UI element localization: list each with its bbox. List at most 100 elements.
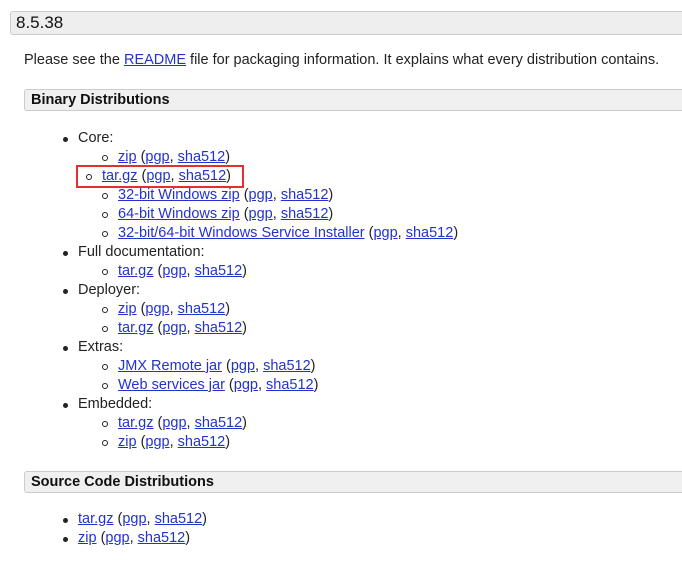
pgp-link[interactable]: pgp <box>162 320 186 336</box>
download-link[interactable]: tar.gz <box>78 511 113 527</box>
pgp-link[interactable]: pgp <box>145 434 169 450</box>
pgp-link[interactable]: pgp <box>146 168 170 184</box>
binary-distributions-list: Core: zip (pgp, sha512) tar.gz (pgp, sha51… <box>0 129 458 452</box>
intro-text: Please see the README file for packaging… <box>24 52 659 68</box>
sha512-link[interactable]: sha512 <box>179 168 227 184</box>
sha512-link[interactable]: sha512 <box>195 320 243 336</box>
sha512-link[interactable]: sha512 <box>155 511 203 527</box>
group-label: Embedded: <box>78 396 153 412</box>
punct: ( <box>239 206 249 222</box>
sha512-link[interactable]: sha512 <box>281 206 329 222</box>
punct: ) <box>310 358 316 374</box>
punct: ) <box>225 149 231 165</box>
sha512-link[interactable]: sha512 <box>178 301 226 317</box>
punct: ) <box>225 434 231 450</box>
file-item: 64-bit Windows zip (pgp, sha512) <box>78 205 458 224</box>
punct: , <box>272 206 281 222</box>
pgp-link[interactable]: pgp <box>249 187 273 203</box>
download-link[interactable]: tar.gz <box>118 415 153 431</box>
download-link[interactable]: 32-bit/64-bit Windows Service Installer <box>118 225 365 241</box>
download-link[interactable]: zip <box>118 434 137 450</box>
punct: ) <box>185 530 191 546</box>
sha512-link[interactable]: sha512 <box>178 434 226 450</box>
source-distributions-list: tar.gz (pgp, sha512) zip (pgp, sha512) <box>0 510 207 548</box>
punct: ( <box>153 263 163 279</box>
distribution-group: Deployer: zip (pgp, sha512) tar.gz (pgp, s… <box>0 281 458 338</box>
file-item: zip (pgp, sha512) <box>78 433 458 452</box>
pgp-link[interactable]: pgp <box>162 415 186 431</box>
punct: , <box>186 415 195 431</box>
download-link[interactable]: zip <box>118 149 137 165</box>
punct: ) <box>313 377 319 393</box>
binary-distributions-heading: Binary Distributions <box>24 89 682 111</box>
file-item: zip (pgp, sha512) <box>78 300 458 319</box>
punct: ( <box>137 168 147 184</box>
punct: ( <box>239 187 249 203</box>
distribution-group: Core: zip (pgp, sha512) tar.gz (pgp, sha51… <box>0 129 458 243</box>
version-heading: 8.5.38 <box>10 11 682 35</box>
pgp-link[interactable]: pgp <box>145 149 169 165</box>
punct: ( <box>113 511 123 527</box>
file-item: tar.gz (pgp, sha512) <box>78 262 458 281</box>
readme-link[interactable]: README <box>124 52 186 68</box>
punct: ) <box>225 301 231 317</box>
pgp-link[interactable]: pgp <box>373 225 397 241</box>
punct: , <box>169 149 178 165</box>
download-link[interactable]: 32-bit Windows zip <box>118 187 240 203</box>
download-link[interactable]: tar.gz <box>118 263 153 279</box>
download-link[interactable]: tar.gz <box>118 320 153 336</box>
download-link[interactable]: 64-bit Windows zip <box>118 206 240 222</box>
file-list: tar.gz (pgp, sha512) <box>0 262 458 281</box>
sha512-link[interactable]: sha512 <box>138 530 186 546</box>
punct: , <box>170 168 179 184</box>
punct: , <box>255 358 264 374</box>
pgp-link[interactable]: pgp <box>234 377 258 393</box>
sha512-link[interactable]: sha512 <box>195 415 243 431</box>
file-item: 32-bit/64-bit Windows Service Installer … <box>78 224 458 243</box>
file-list: JMX Remote jar (pgp, sha512) Web services… <box>0 357 458 395</box>
pgp-link[interactable]: pgp <box>122 511 146 527</box>
group-label: Extras: <box>78 339 124 355</box>
pgp-link[interactable]: pgp <box>249 206 273 222</box>
intro-after: file for packaging information. It expla… <box>186 52 660 68</box>
file-item: zip (pgp, sha512) <box>0 529 207 548</box>
pgp-link[interactable]: pgp <box>162 263 186 279</box>
sha512-link[interactable]: sha512 <box>266 377 314 393</box>
punct: , <box>272 187 281 203</box>
download-link[interactable]: JMX Remote jar <box>118 358 222 374</box>
punct: , <box>186 263 195 279</box>
source-distributions-heading: Source Code Distributions <box>24 471 682 493</box>
download-link[interactable]: Web services jar <box>118 377 225 393</box>
sha512-link[interactable]: sha512 <box>263 358 311 374</box>
pgp-link[interactable]: pgp <box>145 301 169 317</box>
file-item: tar.gz (pgp, sha512) <box>0 510 207 529</box>
file-list: tar.gz (pgp, sha512) zip (pgp, sha512) <box>0 414 458 452</box>
punct: ( <box>153 320 163 336</box>
pgp-link[interactable]: pgp <box>105 530 129 546</box>
punct: ) <box>328 187 334 203</box>
pgp-link[interactable]: pgp <box>231 358 255 374</box>
sha512-link[interactable]: sha512 <box>195 263 243 279</box>
download-link[interactable]: zip <box>118 301 137 317</box>
sha512-link[interactable]: sha512 <box>406 225 454 241</box>
punct: ( <box>153 415 163 431</box>
punct: ) <box>242 415 248 431</box>
punct: ) <box>328 206 334 222</box>
intro-before: Please see the <box>24 52 124 68</box>
punct: , <box>169 301 178 317</box>
punct: ) <box>202 511 208 527</box>
sha512-link[interactable]: sha512 <box>178 149 226 165</box>
punct: ( <box>221 358 231 374</box>
download-link[interactable]: tar.gz <box>102 168 137 184</box>
download-link[interactable]: zip <box>78 530 97 546</box>
punct: ) <box>242 263 248 279</box>
group-label: Full documentation: <box>78 244 205 260</box>
sha512-link[interactable]: sha512 <box>281 187 329 203</box>
punct: ) <box>453 225 459 241</box>
punct: , <box>169 434 178 450</box>
file-list: zip (pgp, sha512) tar.gz (pgp, sha512) 32-… <box>0 148 458 243</box>
file-item: JMX Remote jar (pgp, sha512) <box>78 357 458 376</box>
group-label: Deployer: <box>78 282 141 298</box>
punct: , <box>146 511 155 527</box>
file-item: Web services jar (pgp, sha512) <box>78 376 458 395</box>
